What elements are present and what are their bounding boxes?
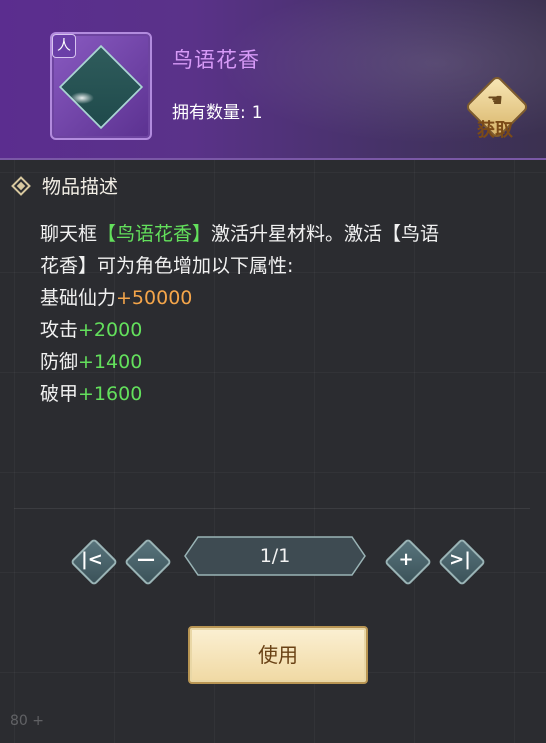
stat-label: 基础仙力	[40, 287, 117, 309]
page-indicator: 1/1	[184, 536, 366, 576]
stat-row: 攻击+2000	[40, 314, 520, 346]
description-text: 聊天框	[40, 223, 98, 245]
decrease-button[interactable]: —	[123, 537, 173, 587]
owned-value: 1	[251, 103, 263, 123]
obtain-button[interactable]: ☚ 获取	[464, 74, 530, 141]
item-name: 鸟语花香	[172, 48, 260, 72]
description-title: 物品描述	[42, 176, 119, 198]
rarity-badge: 人	[52, 34, 76, 58]
obtain-label: 获取	[477, 120, 513, 141]
description-text: 激活升星材料。激活【鸟语	[211, 223, 440, 245]
diamond-bullet-icon	[11, 175, 31, 196]
first-page-icon: |<	[81, 549, 103, 570]
stat-label: 破甲	[40, 383, 79, 405]
owned-label: 拥有数量:	[172, 103, 246, 123]
stat-row: 破甲+1600	[40, 378, 520, 410]
owned-count: 拥有数量: 1	[172, 98, 269, 123]
stat-row: 基础仙力+50000	[40, 282, 520, 314]
use-button[interactable]: 使用	[188, 626, 368, 684]
item-detail-panel: 人 鸟语花香 拥有数量: 1 ☚ 获取 物品描述 聊天框【鸟语花香】激活升星材料。…	[0, 0, 546, 743]
last-page-button[interactable]: >|	[437, 537, 487, 587]
stat-value: +50000	[116, 287, 193, 309]
minus-icon: —	[137, 549, 155, 570]
stat-row: 防御+1400	[40, 346, 520, 378]
description-header: 物品描述	[11, 172, 119, 199]
divider	[14, 508, 530, 509]
last-page-icon: >|	[449, 549, 471, 570]
page-text: 1/1	[259, 545, 291, 567]
description-line-1: 聊天框【鸟语花香】激活升星材料。激活【鸟语	[40, 218, 520, 250]
stat-value: +2000	[78, 319, 143, 341]
increase-button[interactable]: +	[383, 537, 433, 587]
item-name-highlight: 【鸟语花香】	[97, 223, 212, 245]
background-counter: 80 +	[10, 713, 44, 729]
stat-value: +1600	[78, 383, 143, 405]
stat-label: 防御	[40, 351, 79, 373]
stat-value: +1400	[78, 351, 143, 373]
description-line-2: 花香】可为角色增加以下属性:	[40, 255, 294, 277]
hand-icon: ☚	[486, 90, 504, 111]
first-page-button[interactable]: |<	[69, 537, 119, 587]
stat-label: 攻击	[40, 319, 79, 341]
flower-sparkle-icon	[70, 92, 94, 104]
plus-icon: +	[398, 549, 414, 570]
item-description: 聊天框【鸟语花香】激活升星材料。激活【鸟语 花香】可为角色增加以下属性: 基础仙…	[40, 218, 520, 410]
